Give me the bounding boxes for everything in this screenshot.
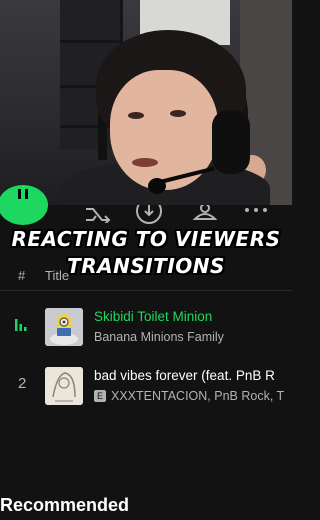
webcam-feed xyxy=(0,0,292,205)
shelf-divider xyxy=(60,40,120,43)
pause-icon xyxy=(18,189,21,199)
track-list-header: # Title xyxy=(0,260,292,291)
track-artist[interactable]: Banana Minions Family xyxy=(94,330,224,344)
playlist-panel: REACTING TO VIEWERS TRANSITIONS # Title … xyxy=(0,185,292,520)
microphone xyxy=(148,178,166,194)
add-user-icon[interactable] xyxy=(192,205,218,225)
pause-icon xyxy=(25,189,28,199)
streamer-eye xyxy=(170,110,186,117)
streamer-eye xyxy=(128,112,144,119)
more-icon[interactable] xyxy=(243,205,269,221)
album-art xyxy=(45,367,83,405)
streamer-mouth xyxy=(132,158,158,167)
track-title[interactable]: Skibidi Toilet Minion xyxy=(94,309,212,324)
album-art xyxy=(45,308,83,346)
track-artist-text: XXXTENTACION, PnB Rock, T xyxy=(111,389,285,403)
column-title-header[interactable]: Title xyxy=(45,268,69,283)
column-number-header: # xyxy=(18,268,26,283)
playlist-controls xyxy=(0,185,292,227)
download-icon[interactable] xyxy=(136,205,162,225)
track-row[interactable]: Skibidi Toilet Minion Banana Minions Fam… xyxy=(0,303,292,351)
track-title[interactable]: bad vibes forever (feat. PnB R xyxy=(94,368,275,383)
track-row[interactable]: 2 bad vibes forever (feat. PnB R E XXXTEN… xyxy=(0,362,292,410)
headphone-cup xyxy=(212,110,250,174)
recommended-heading: Recommended xyxy=(0,495,130,515)
pause-button[interactable] xyxy=(0,185,48,225)
equalizer-icon xyxy=(15,319,27,331)
explicit-badge: E xyxy=(94,390,106,402)
track-artist[interactable]: E XXXTENTACION, PnB Rock, T xyxy=(94,389,284,403)
caption-line-1: REACTING TO VIEWERS xyxy=(11,227,281,251)
shuffle-icon[interactable] xyxy=(84,205,112,223)
track-number: 2 xyxy=(18,375,27,392)
